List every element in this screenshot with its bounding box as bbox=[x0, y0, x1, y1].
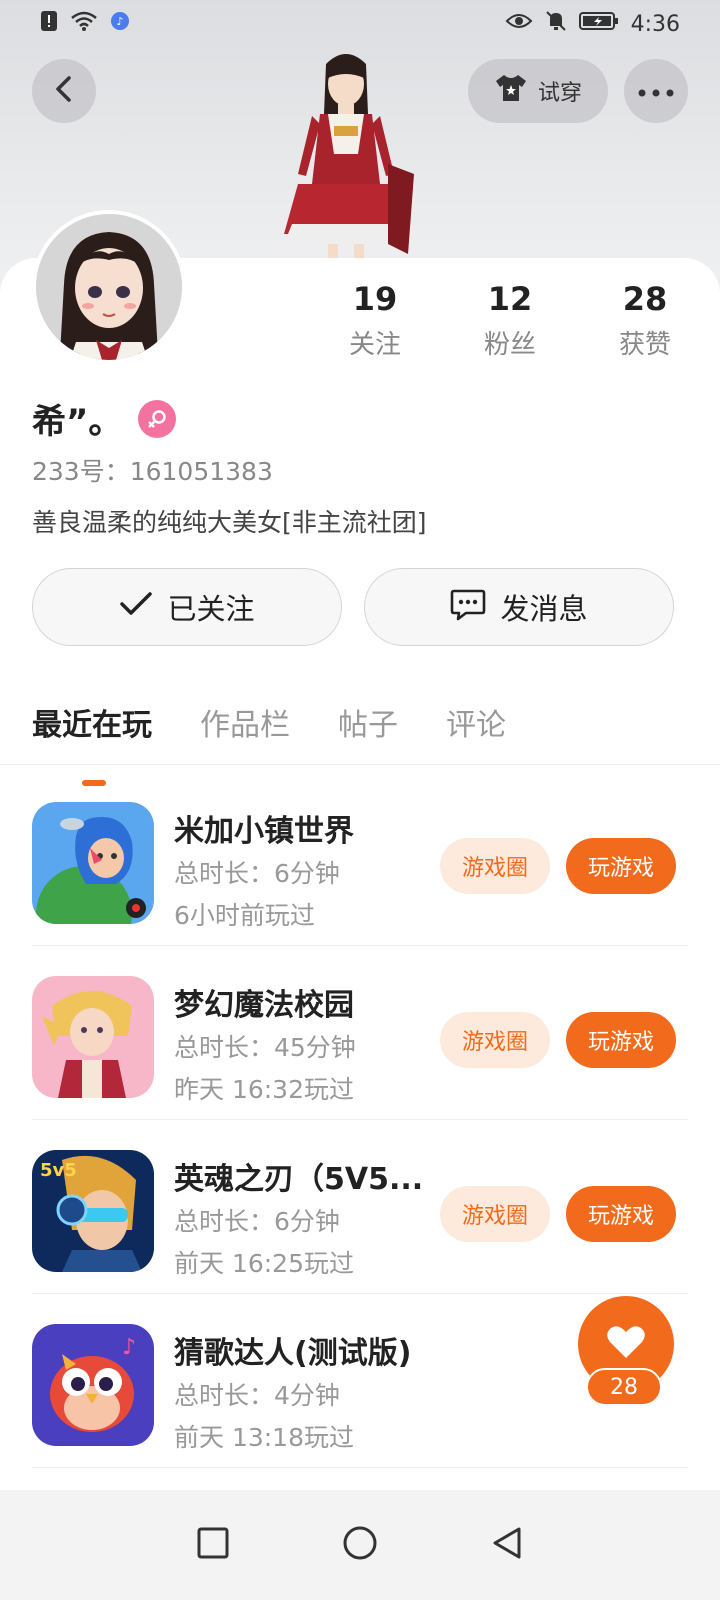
status-left: ♪ bbox=[40, 10, 130, 38]
game-title: 米加小镇世界 bbox=[174, 814, 354, 849]
stat-label: 获赞 bbox=[618, 330, 671, 360]
game-duration: 总时长：6分钟 bbox=[174, 1207, 340, 1236]
eye-icon bbox=[505, 11, 533, 37]
back-button[interactable] bbox=[32, 59, 96, 123]
name-row: 希”。 bbox=[32, 394, 177, 443]
stat-value: 28 bbox=[622, 280, 668, 318]
avatar[interactable] bbox=[32, 210, 186, 364]
game-duration: 总时长：4分钟 bbox=[174, 1381, 340, 1410]
game-icon-miga-town bbox=[32, 802, 154, 924]
female-gender-icon bbox=[138, 399, 177, 438]
more-dots-icon bbox=[638, 82, 674, 101]
game-icon-hero-blade: 5v5 bbox=[32, 1150, 154, 1272]
followed-button[interactable]: 已关注 bbox=[32, 568, 342, 646]
stat-likes[interactable]: 28 获赞 bbox=[590, 280, 700, 361]
system-navigation-bar bbox=[0, 1490, 720, 1600]
list-item[interactable]: 梦幻魔法校园 总时长：45分钟 昨天 16:32玩过 游戏圈 玩游戏 bbox=[32, 946, 688, 1120]
play-game-button[interactable]: 玩游戏 bbox=[566, 1012, 676, 1068]
tab-posts[interactable]: 帖子 bbox=[338, 700, 398, 744]
profile-tabs: 最近在玩 作品栏 帖子 评论 bbox=[32, 700, 506, 786]
status-right: 4:36 bbox=[505, 10, 680, 38]
profile-name: 希”。 bbox=[32, 402, 123, 442]
profile-uid: 233号：161051383 bbox=[32, 457, 273, 486]
game-duration: 总时长：45分钟 bbox=[174, 1033, 356, 1062]
try-on-label: 试穿 bbox=[537, 81, 582, 106]
chevron-left-icon bbox=[52, 75, 76, 107]
like-count: 28 bbox=[586, 1368, 662, 1406]
more-button[interactable] bbox=[624, 59, 688, 123]
try-on-button[interactable]: 试穿 bbox=[468, 59, 608, 123]
game-circle-button[interactable]: 游戏圈 bbox=[440, 1186, 550, 1242]
tab-label: 最近在玩 bbox=[32, 708, 152, 743]
shirt-icon bbox=[494, 73, 528, 109]
svg-text:♪: ♪ bbox=[116, 15, 123, 28]
profile-bio: 善良温柔的纯纯大美女[非主流社团] bbox=[32, 508, 427, 537]
game-last-played: 6小时前玩过 bbox=[174, 901, 315, 930]
stat-value: 19 bbox=[352, 280, 398, 318]
heart-icon bbox=[606, 1324, 646, 1364]
play-game-button[interactable]: 玩游戏 bbox=[566, 1186, 676, 1242]
game-last-played: 昨天 16:32玩过 bbox=[174, 1075, 354, 1104]
wifi-icon bbox=[70, 10, 98, 38]
followed-label: 已关注 bbox=[167, 592, 255, 626]
game-icon-song-guess: ♪ bbox=[32, 1324, 154, 1446]
tab-recent-played[interactable]: 最近在玩 bbox=[32, 700, 152, 786]
circle-icon bbox=[342, 1525, 378, 1565]
game-title: 猜歌达人(测试版) bbox=[174, 1336, 412, 1371]
play-game-button[interactable]: 玩游戏 bbox=[566, 838, 676, 894]
stat-followers[interactable]: 12 粉丝 bbox=[455, 280, 565, 361]
battery-icon bbox=[578, 10, 619, 38]
tab-works[interactable]: 作品栏 bbox=[200, 700, 290, 744]
profile-stats: 19 关注 12 粉丝 28 获赞 bbox=[320, 280, 700, 361]
music-app-icon: ♪ bbox=[110, 11, 130, 37]
game-last-played: 前天 16:25玩过 bbox=[174, 1249, 354, 1278]
system-back-button[interactable] bbox=[477, 1515, 537, 1575]
square-icon bbox=[197, 1527, 229, 1563]
triangle-back-icon bbox=[491, 1526, 523, 1564]
stat-value: 12 bbox=[487, 280, 533, 318]
alert-icon bbox=[40, 10, 58, 38]
stat-following[interactable]: 19 关注 bbox=[320, 280, 430, 361]
chat-bubble-icon bbox=[450, 587, 486, 628]
status-bar: ♪ 4:36 bbox=[0, 0, 720, 48]
list-item[interactable]: 5v5 英魂之刃（5V5... 总时长：6分钟 前天 16:25玩过 游戏圈 玩… bbox=[32, 1120, 688, 1294]
game-circle-button[interactable]: 游戏圈 bbox=[440, 1012, 550, 1068]
svg-text:5v5: 5v5 bbox=[40, 1160, 77, 1181]
game-last-played: 前天 13:18玩过 bbox=[174, 1423, 354, 1452]
game-title: 梦幻魔法校园 bbox=[174, 988, 354, 1023]
game-duration: 总时长：6分钟 bbox=[174, 859, 340, 888]
like-floating-button[interactable]: 28 bbox=[566, 1296, 676, 1416]
tabs-divider bbox=[0, 764, 720, 765]
list-item[interactable]: 米加小镇世界 总时长：6分钟 6小时前玩过 游戏圈 玩游戏 bbox=[32, 772, 688, 946]
game-icon-magic-campus bbox=[32, 976, 154, 1098]
stat-label: 粉丝 bbox=[483, 330, 536, 360]
mute-bell-icon bbox=[545, 10, 567, 38]
game-circle-button[interactable]: 游戏圈 bbox=[440, 838, 550, 894]
recent-apps-button[interactable] bbox=[183, 1515, 243, 1575]
check-icon bbox=[119, 590, 153, 625]
tab-comments[interactable]: 评论 bbox=[446, 700, 506, 744]
svg-text:♪: ♪ bbox=[122, 1335, 136, 1360]
home-button[interactable] bbox=[330, 1515, 390, 1575]
game-title: 英魂之刃（5V5... bbox=[174, 1162, 424, 1197]
character-image bbox=[268, 44, 438, 264]
status-time: 4:36 bbox=[630, 11, 680, 37]
send-message-label: 发消息 bbox=[500, 592, 588, 626]
stat-label: 关注 bbox=[348, 330, 401, 360]
send-message-button[interactable]: 发消息 bbox=[364, 568, 674, 646]
